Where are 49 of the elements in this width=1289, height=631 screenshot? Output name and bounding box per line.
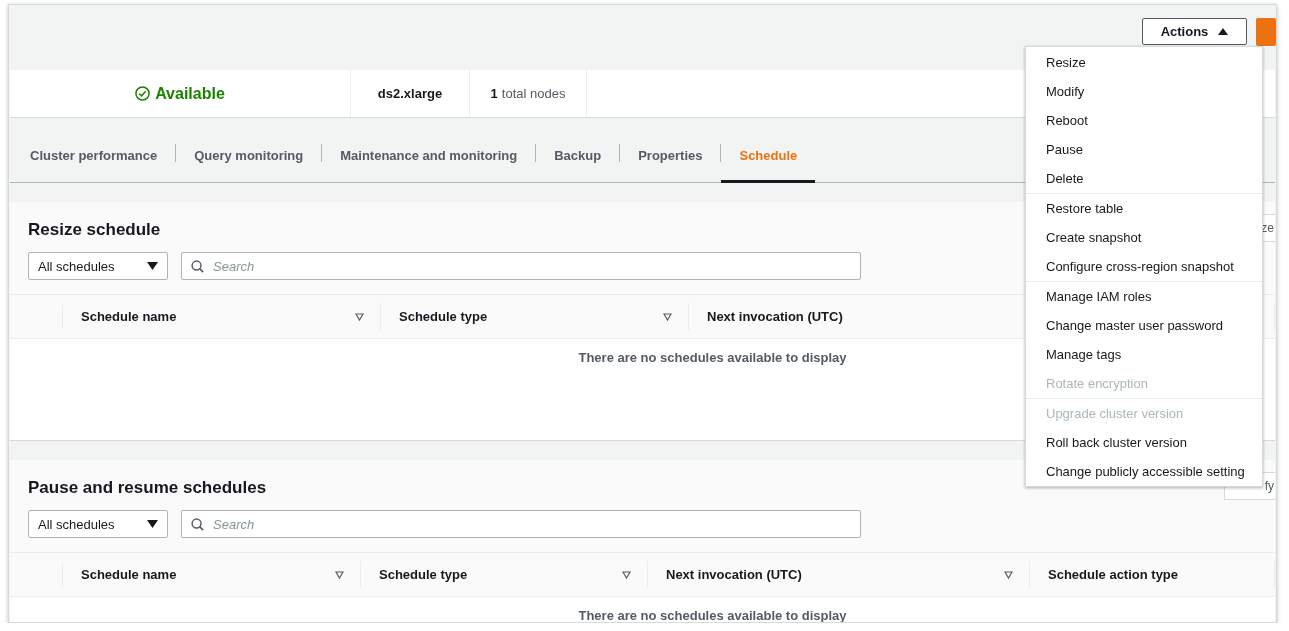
caret-icon [147, 262, 158, 270]
tab[interactable]: Cluster performance [12, 130, 176, 183]
column-header: Schedule type [379, 567, 468, 582]
sort-icon[interactable] [335, 570, 344, 579]
tab[interactable]: Backup [536, 130, 620, 183]
menu-item[interactable]: Change master user password [1026, 311, 1262, 340]
menu-item[interactable]: Create snapshot [1026, 223, 1262, 252]
column-header: Schedule name [81, 309, 177, 324]
sort-icon[interactable] [1004, 570, 1013, 579]
panel-title: Resize schedule [28, 220, 161, 240]
panel-title: Pause and resume schedules [28, 478, 267, 498]
column-header: Next invocation (UTC) [666, 567, 802, 582]
node-count: 1 [490, 86, 498, 101]
menu-item[interactable]: Reboot [1026, 106, 1262, 135]
sort-icon[interactable] [355, 312, 364, 321]
empty-message: There are no schedules available to display [578, 350, 847, 365]
menu-item[interactable]: Configure cross-region snapshot [1026, 252, 1262, 281]
tab[interactable]: Maintenance and monitoring [322, 130, 536, 183]
caret-icon [147, 520, 158, 528]
menu-item[interactable]: Pause [1026, 135, 1262, 164]
node-type: ds2.xlarge [377, 86, 443, 101]
sort-icon[interactable] [622, 570, 631, 579]
menu-item[interactable]: Manage tags [1026, 340, 1262, 369]
menu-item[interactable]: Resize [1026, 48, 1262, 77]
schedule-filter-select[interactable]: All schedules [28, 510, 168, 538]
menu-item[interactable]: Delete [1026, 164, 1262, 193]
column-header: Next invocation (UTC) [707, 309, 843, 324]
status-text: Available [135, 84, 225, 103]
sort-icon[interactable] [663, 312, 672, 321]
menu-item[interactable]: Modify [1026, 77, 1262, 106]
search-icon [191, 518, 204, 531]
empty-message: There are no schedules available to display [578, 608, 847, 622]
search-icon [191, 260, 204, 273]
menu-item[interactable]: Restore table [1026, 194, 1262, 223]
menu-item[interactable]: Manage IAM roles [1026, 282, 1262, 311]
search-field[interactable]: Search [181, 252, 861, 280]
tab[interactable]: Query monitoring [176, 130, 322, 183]
column-header: Schedule type [399, 309, 488, 324]
actions-button[interactable]: Actions [1142, 18, 1247, 45]
schedule-filter-select[interactable]: All schedules [28, 252, 168, 280]
node-count-label: total nodes [501, 86, 566, 101]
column-header: Schedule name [81, 567, 177, 582]
menu-item[interactable]: Roll back cluster version [1026, 428, 1262, 457]
tab[interactable]: Properties [620, 130, 721, 183]
column-header: Schedule action type [1048, 567, 1179, 582]
search-field[interactable]: Search [181, 510, 861, 538]
check-circle-icon [135, 86, 151, 101]
menu-item[interactable]: Change publicly accessible setting [1026, 457, 1262, 486]
caret-icon [1218, 28, 1229, 35]
